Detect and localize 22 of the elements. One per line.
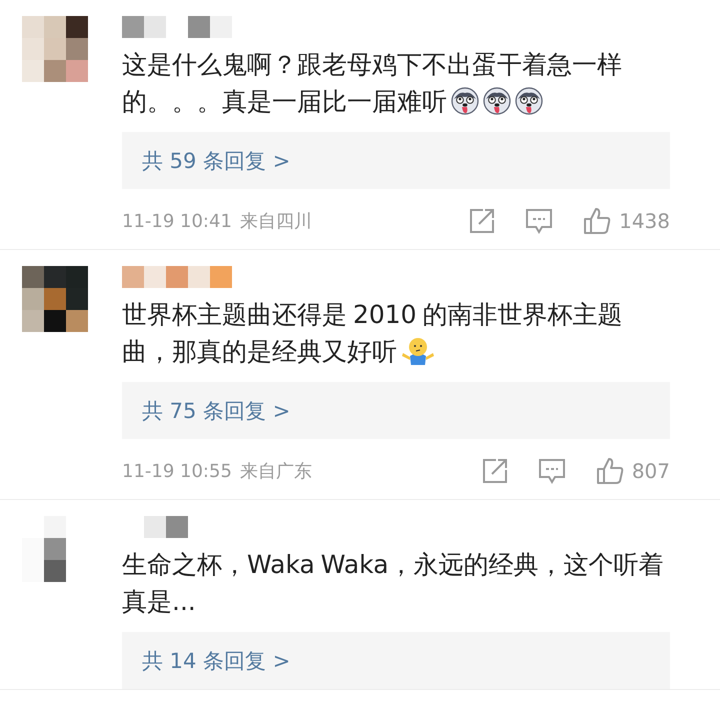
dog-face-icon	[483, 87, 511, 115]
shrug-icon	[401, 336, 435, 366]
comment-icon[interactable]	[525, 208, 554, 234]
comment-location: 来自四川	[240, 210, 312, 233]
comment-location: 来自广东	[240, 460, 312, 483]
comment-text: 生命之杯，Waka Waka，永远的经典，这个听着真是...	[122, 549, 665, 618]
thumbs-up-icon[interactable]	[583, 207, 612, 235]
thumbs-up-icon[interactable]	[596, 457, 624, 485]
comment-text: 世界杯主题曲还得是 2010 的南非世界杯主题曲，那真的是经典又好听	[122, 299, 624, 368]
dog-face-icon	[451, 87, 479, 115]
comment-icon[interactable]	[538, 458, 566, 484]
comment-time: 11-19 10:55	[122, 460, 232, 482]
share-icon[interactable]	[469, 208, 496, 234]
like-count: 1438	[619, 209, 670, 233]
view-replies-link[interactable]: 共 14 条回复 >	[142, 646, 290, 674]
comment-time: 11-19 10:41	[122, 210, 232, 232]
view-replies-link[interactable]: 共 59 条回复 >	[142, 146, 290, 174]
like-count: 807	[632, 459, 670, 483]
comment-text: 这是什么鬼啊？跟老母鸡下不出蛋干着急一样的。。。真是一届比一届难听	[122, 49, 623, 118]
share-icon[interactable]	[482, 458, 508, 484]
dog-face-icon	[515, 87, 543, 115]
view-replies-link[interactable]: 共 75 条回复 >	[142, 396, 290, 424]
